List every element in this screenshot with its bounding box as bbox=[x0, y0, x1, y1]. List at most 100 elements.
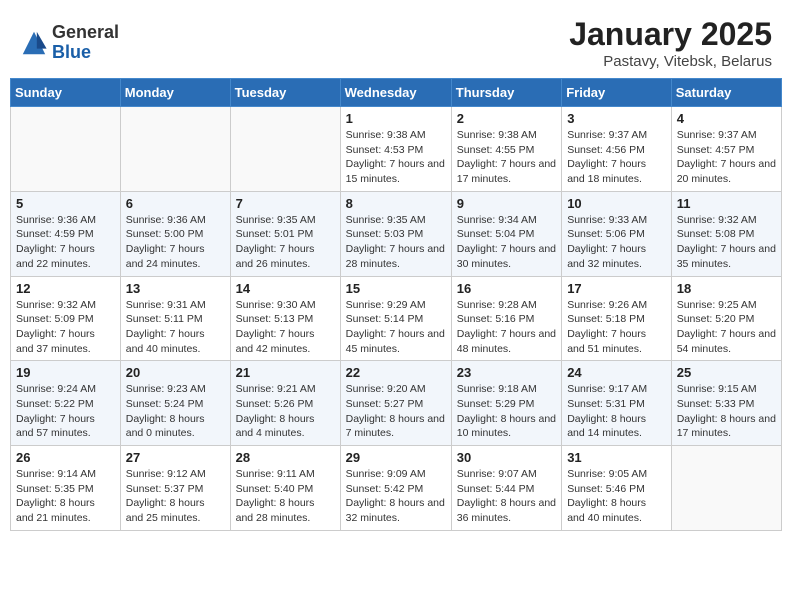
day-number: 6 bbox=[126, 196, 225, 211]
day-info: Sunrise: 9:07 AM Sunset: 5:44 PM Dayligh… bbox=[457, 467, 556, 526]
month-title: January 2025 bbox=[569, 16, 772, 53]
weekday-saturday: Saturday bbox=[671, 79, 781, 107]
day-number: 31 bbox=[567, 450, 666, 465]
weekday-header-row: SundayMondayTuesdayWednesdayThursdayFrid… bbox=[11, 79, 782, 107]
calendar-cell: 28 Sunrise: 9:11 AM Sunset: 5:40 PM Dayli… bbox=[230, 446, 340, 531]
weekday-thursday: Thursday bbox=[451, 79, 561, 107]
day-number: 25 bbox=[677, 365, 776, 380]
day-info: Sunrise: 9:20 AM Sunset: 5:27 PM Dayligh… bbox=[346, 382, 446, 441]
day-info: Sunrise: 9:37 AM Sunset: 4:56 PM Dayligh… bbox=[567, 128, 666, 187]
calendar-cell bbox=[120, 107, 230, 192]
day-number: 17 bbox=[567, 281, 666, 296]
day-info: Sunrise: 9:21 AM Sunset: 5:26 PM Dayligh… bbox=[236, 382, 335, 441]
logo-blue-text: Blue bbox=[52, 43, 119, 63]
calendar-cell: 14Sunrise: 9:30 AM Sunset: 5:13 PM Dayli… bbox=[230, 276, 340, 361]
day-info: Sunrise: 9:38 AM Sunset: 4:53 PM Dayligh… bbox=[346, 128, 446, 187]
calendar-cell: 8 Sunrise: 9:35 AM Sunset: 5:03 PM Daylig… bbox=[340, 191, 451, 276]
day-info: Sunrise: 9:18 AM Sunset: 5:29 PM Dayligh… bbox=[457, 382, 556, 441]
title-block: January 2025 Pastavy, Vitebsk, Belarus bbox=[569, 16, 772, 70]
day-number: 24 bbox=[567, 365, 666, 380]
calendar-cell bbox=[11, 107, 121, 192]
day-info: Sunrise: 9:05 AM Sunset: 5:46 PM Dayligh… bbox=[567, 467, 666, 526]
day-number: 21 bbox=[236, 365, 335, 380]
weekday-wednesday: Wednesday bbox=[340, 79, 451, 107]
calendar-cell: 21 Sunrise: 9:21 AM Sunset: 5:26 PM Dayli… bbox=[230, 361, 340, 446]
day-number: 29 bbox=[346, 450, 446, 465]
week-row-1: 1 Sunrise: 9:38 AM Sunset: 4:53 PM Daylig… bbox=[11, 107, 782, 192]
logo-icon bbox=[20, 29, 48, 57]
day-info: Sunrise: 9:30 AM Sunset: 5:13 PM Dayligh… bbox=[236, 298, 335, 357]
day-number: 10 bbox=[567, 196, 666, 211]
calendar-cell: 16 Sunrise: 9:28 AM Sunset: 5:16 PM Dayli… bbox=[451, 276, 561, 361]
day-info: Sunrise: 9:35 AM Sunset: 5:01 PM Dayligh… bbox=[236, 213, 335, 272]
weekday-monday: Monday bbox=[120, 79, 230, 107]
day-info: Sunrise: 9:09 AM Sunset: 5:42 PM Dayligh… bbox=[346, 467, 446, 526]
day-number: 22 bbox=[346, 365, 446, 380]
calendar-cell: 17 Sunrise: 9:26 AM Sunset: 5:18 PM Dayli… bbox=[562, 276, 672, 361]
day-info: Sunrise: 9:37 AM Sunset: 4:57 PM Dayligh… bbox=[677, 128, 776, 187]
day-number: 26 bbox=[16, 450, 115, 465]
day-info: Sunrise: 9:25 AM Sunset: 5:20 PM Dayligh… bbox=[677, 298, 776, 357]
calendar-cell: 7Sunrise: 9:35 AM Sunset: 5:01 PM Daylig… bbox=[230, 191, 340, 276]
day-info: Sunrise: 9:32 AM Sunset: 5:08 PM Dayligh… bbox=[677, 213, 776, 272]
week-row-2: 5 Sunrise: 9:36 AM Sunset: 4:59 PM Daylig… bbox=[11, 191, 782, 276]
logo: General Blue bbox=[20, 23, 119, 63]
day-number: 20 bbox=[126, 365, 225, 380]
calendar-cell: 3 Sunrise: 9:37 AM Sunset: 4:56 PM Daylig… bbox=[562, 107, 672, 192]
day-info: Sunrise: 9:36 AM Sunset: 5:00 PM Dayligh… bbox=[126, 213, 225, 272]
day-number: 2 bbox=[457, 111, 556, 126]
page-header: General Blue January 2025 Pastavy, Viteb… bbox=[0, 0, 792, 78]
day-number: 1 bbox=[346, 111, 446, 126]
day-number: 15 bbox=[346, 281, 446, 296]
week-row-3: 12 Sunrise: 9:32 AM Sunset: 5:09 PM Dayli… bbox=[11, 276, 782, 361]
day-number: 27 bbox=[126, 450, 225, 465]
calendar-table: SundayMondayTuesdayWednesdayThursdayFrid… bbox=[10, 78, 782, 531]
day-info: Sunrise: 9:38 AM Sunset: 4:55 PM Dayligh… bbox=[457, 128, 556, 187]
day-info: Sunrise: 9:11 AM Sunset: 5:40 PM Dayligh… bbox=[236, 467, 335, 526]
weekday-friday: Friday bbox=[562, 79, 672, 107]
day-info: Sunrise: 9:32 AM Sunset: 5:09 PM Dayligh… bbox=[16, 298, 115, 357]
day-info: Sunrise: 9:26 AM Sunset: 5:18 PM Dayligh… bbox=[567, 298, 666, 357]
day-number: 28 bbox=[236, 450, 335, 465]
day-info: Sunrise: 9:12 AM Sunset: 5:37 PM Dayligh… bbox=[126, 467, 225, 526]
day-info: Sunrise: 9:28 AM Sunset: 5:16 PM Dayligh… bbox=[457, 298, 556, 357]
day-info: Sunrise: 9:17 AM Sunset: 5:31 PM Dayligh… bbox=[567, 382, 666, 441]
weekday-tuesday: Tuesday bbox=[230, 79, 340, 107]
calendar-cell: 24 Sunrise: 9:17 AM Sunset: 5:31 PM Dayli… bbox=[562, 361, 672, 446]
calendar-cell: 26 Sunrise: 9:14 AM Sunset: 5:35 PM Dayli… bbox=[11, 446, 121, 531]
day-info: Sunrise: 9:35 AM Sunset: 5:03 PM Dayligh… bbox=[346, 213, 446, 272]
day-number: 16 bbox=[457, 281, 556, 296]
calendar-cell: 10Sunrise: 9:33 AM Sunset: 5:06 PM Dayli… bbox=[562, 191, 672, 276]
day-number: 5 bbox=[16, 196, 115, 211]
day-info: Sunrise: 9:23 AM Sunset: 5:24 PM Dayligh… bbox=[126, 382, 225, 441]
day-number: 8 bbox=[346, 196, 446, 211]
calendar-cell: 5 Sunrise: 9:36 AM Sunset: 4:59 PM Daylig… bbox=[11, 191, 121, 276]
day-number: 11 bbox=[677, 196, 776, 211]
calendar-cell: 30Sunrise: 9:07 AM Sunset: 5:44 PM Dayli… bbox=[451, 446, 561, 531]
day-info: Sunrise: 9:24 AM Sunset: 5:22 PM Dayligh… bbox=[16, 382, 115, 441]
calendar-cell: 11 Sunrise: 9:32 AM Sunset: 5:08 PM Dayli… bbox=[671, 191, 781, 276]
calendar-cell: 1 Sunrise: 9:38 AM Sunset: 4:53 PM Daylig… bbox=[340, 107, 451, 192]
day-info: Sunrise: 9:31 AM Sunset: 5:11 PM Dayligh… bbox=[126, 298, 225, 357]
day-number: 23 bbox=[457, 365, 556, 380]
day-number: 3 bbox=[567, 111, 666, 126]
calendar-cell: 9Sunrise: 9:34 AM Sunset: 5:04 PM Daylig… bbox=[451, 191, 561, 276]
day-info: Sunrise: 9:36 AM Sunset: 4:59 PM Dayligh… bbox=[16, 213, 115, 272]
day-number: 19 bbox=[16, 365, 115, 380]
day-number: 18 bbox=[677, 281, 776, 296]
calendar-cell: 20 Sunrise: 9:23 AM Sunset: 5:24 PM Dayli… bbox=[120, 361, 230, 446]
day-info: Sunrise: 9:29 AM Sunset: 5:14 PM Dayligh… bbox=[346, 298, 446, 357]
day-info: Sunrise: 9:14 AM Sunset: 5:35 PM Dayligh… bbox=[16, 467, 115, 526]
calendar-header: SundayMondayTuesdayWednesdayThursdayFrid… bbox=[11, 79, 782, 107]
calendar-cell: 31 Sunrise: 9:05 AM Sunset: 5:46 PM Dayli… bbox=[562, 446, 672, 531]
calendar-cell: 22 Sunrise: 9:20 AM Sunset: 5:27 PM Dayli… bbox=[340, 361, 451, 446]
week-row-5: 26 Sunrise: 9:14 AM Sunset: 5:35 PM Dayli… bbox=[11, 446, 782, 531]
calendar-cell: 15 Sunrise: 9:29 AM Sunset: 5:14 PM Dayli… bbox=[340, 276, 451, 361]
week-row-4: 19 Sunrise: 9:24 AM Sunset: 5:22 PM Dayli… bbox=[11, 361, 782, 446]
calendar-cell: 23 Sunrise: 9:18 AM Sunset: 5:29 PM Dayli… bbox=[451, 361, 561, 446]
calendar-cell: 29 Sunrise: 9:09 AM Sunset: 5:42 PM Dayli… bbox=[340, 446, 451, 531]
day-number: 12 bbox=[16, 281, 115, 296]
day-info: Sunrise: 9:15 AM Sunset: 5:33 PM Dayligh… bbox=[677, 382, 776, 441]
calendar-cell: 2 Sunrise: 9:38 AM Sunset: 4:55 PM Daylig… bbox=[451, 107, 561, 192]
weekday-sunday: Sunday bbox=[11, 79, 121, 107]
